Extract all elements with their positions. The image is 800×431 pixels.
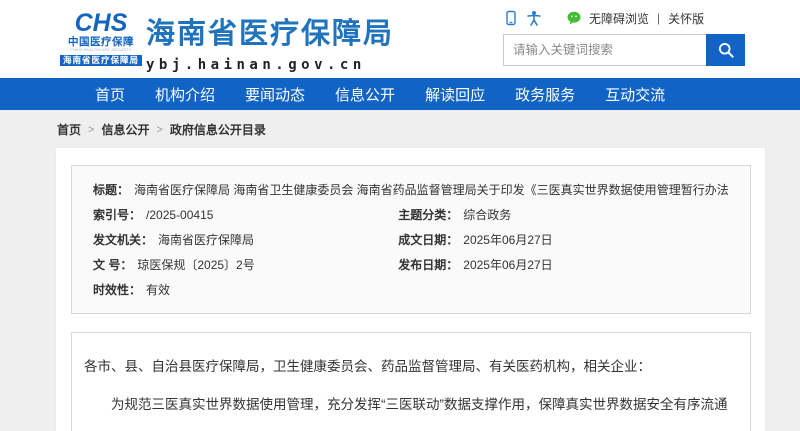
meta-value-issuing-agency: 海南省医疗保障局 xyxy=(158,228,254,253)
search-button[interactable] xyxy=(706,34,745,66)
breadcrumb-current-page: 政府信息公开目录 xyxy=(170,121,266,138)
meta-row-title: 标题： 海南省医疗保障局 海南省卫生健康委员会 海南省药品监督管理局关于印发《三… xyxy=(93,178,729,203)
quick-links: 无障碍浏览 | 关怀版 xyxy=(503,9,745,27)
site-url: ybj.hainan.gov.cn xyxy=(146,57,394,73)
logo-org-name: 海南省医疗保障局 xyxy=(60,55,142,67)
logo-chs-text: CHS xyxy=(75,10,128,36)
breadcrumb-separator: > xyxy=(88,124,94,136)
accessibility-link[interactable]: 无障碍浏览 xyxy=(589,10,649,27)
phone-icon[interactable] xyxy=(503,10,519,26)
article-body: 各市、县、自治县医疗保障局，卫生健康委员会、药品监督管理局、有关医药机构，相关企… xyxy=(71,332,751,431)
logo-cn-name: 中国医疗保障 xyxy=(68,37,134,48)
meta-row: 发文机关： 海南省医疗保障局 成文日期： 2025年06月27日 xyxy=(93,228,729,253)
nav-item-home[interactable]: 首页 xyxy=(95,84,125,105)
article-salutation: 各市、县、自治县医疗保障局，卫生健康委员会、药品监督管理局、有关医药机构，相关企… xyxy=(84,348,738,386)
nav-item-interaction[interactable]: 互动交流 xyxy=(605,84,665,105)
nav-item-services[interactable]: 政务服务 xyxy=(515,84,575,105)
breadcrumb-info-disclosure[interactable]: 信息公开 xyxy=(101,121,149,138)
meta-value-written-date: 2025年06月27日 xyxy=(463,228,552,253)
meta-label-issuing-agency: 发文机关： xyxy=(93,228,153,253)
meta-row: 索引号： /2025-00415 主题分类： 综合政务 xyxy=(93,203,729,228)
meta-row: 时效性： 有效 xyxy=(93,278,729,303)
care-version-link[interactable]: 关怀版 xyxy=(668,10,704,27)
meta-label-index-number: 索引号： xyxy=(93,203,141,228)
article-paragraph: 为规范三医真实世界数据使用管理，充分发挥“三医联动”数据支撑作用，保障真实世界数… xyxy=(84,386,738,431)
search-bar xyxy=(503,34,745,66)
meta-label-category: 主题分类： xyxy=(398,203,458,228)
nav-item-about[interactable]: 机构介绍 xyxy=(155,84,215,105)
meta-value-category: 综合政务 xyxy=(463,203,511,228)
meta-label-doc-number: 文 号： xyxy=(93,253,132,278)
page: CHS 中国医疗保障 CHINA HEALTHCARE SECURITY 海南省… xyxy=(0,0,800,431)
meta-label-written-date: 成文日期： xyxy=(398,228,458,253)
search-icon xyxy=(716,40,736,60)
breadcrumb-separator: > xyxy=(156,124,162,136)
site-header: CHS 中国医疗保障 CHINA HEALTHCARE SECURITY 海南省… xyxy=(0,0,800,78)
wechat-icon[interactable] xyxy=(566,10,582,26)
logo-en-name: CHINA HEALTHCARE SECURITY xyxy=(70,49,131,53)
site-title: 海南省医疗保障局 xyxy=(146,10,394,52)
site-logo[interactable]: CHS 中国医疗保障 CHINA HEALTHCARE SECURITY 海南省… xyxy=(64,10,138,66)
document-meta-box: 标题： 海南省医疗保障局 海南省卫生健康委员会 海南省药品监督管理局关于印发《三… xyxy=(71,165,751,314)
nav-item-interpretation[interactable]: 解读回应 xyxy=(425,84,485,105)
meta-value-index-number: /2025-00415 xyxy=(146,203,213,228)
nav-item-info-disclosure[interactable]: 信息公开 xyxy=(335,84,395,105)
meta-value-doc-number: 琼医保规〔2025〕2号 xyxy=(137,253,254,278)
meta-label-validity: 时效性： xyxy=(93,278,141,303)
meta-label-title: 标题： xyxy=(93,178,129,203)
meta-value-title: 海南省医疗保障局 海南省卫生健康委员会 海南省药品监督管理局关于印发《三医真实世… xyxy=(134,178,729,203)
search-input[interactable] xyxy=(503,34,706,66)
meta-value-validity: 有效 xyxy=(146,278,170,303)
content-panel: 标题： 海南省医疗保障局 海南省卫生健康委员会 海南省药品监督管理局关于印发《三… xyxy=(55,147,766,431)
quick-links-divider: | xyxy=(657,11,660,25)
breadcrumb-home[interactable]: 首页 xyxy=(57,121,81,138)
nav-item-news[interactable]: 要闻动态 xyxy=(245,84,305,105)
main-nav: 首页 机构介绍 要闻动态 信息公开 解读回应 政务服务 互动交流 xyxy=(0,78,800,110)
meta-value-publish-date: 2025年06月27日 xyxy=(463,253,552,278)
breadcrumb: 首页 > 信息公开 > 政府信息公开目录 xyxy=(0,110,800,147)
meta-label-publish-date: 发布日期： xyxy=(398,253,458,278)
accessibility-icon[interactable] xyxy=(526,10,542,26)
meta-row: 文 号： 琼医保规〔2025〕2号 发布日期： 2025年06月27日 xyxy=(93,253,729,278)
